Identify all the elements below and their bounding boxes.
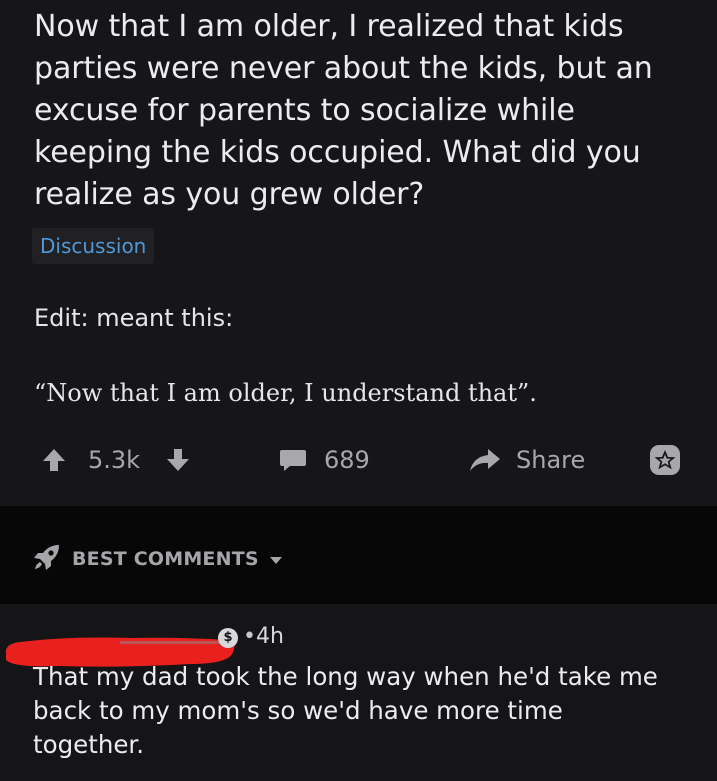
- comment-meta: $ • 4h: [0, 618, 400, 667]
- downvote-icon[interactable]: [164, 440, 192, 480]
- rocket-icon: [32, 542, 62, 577]
- upvote-icon[interactable]: [40, 440, 68, 480]
- comment-timestamp: 4h: [256, 624, 284, 649]
- sort-dropdown[interactable]: BEST COMMENTS: [32, 542, 283, 576]
- comment-item: $ • 4h That my dad took the long way whe…: [0, 604, 717, 781]
- award-star-icon[interactable]: [648, 440, 682, 480]
- post-body-quote: “Now that I am older, I understand that”…: [34, 379, 537, 407]
- post-body-edit: Edit: meant this:: [34, 304, 234, 332]
- chevron-down-icon: [269, 548, 283, 570]
- user-badge-icon: $: [218, 628, 238, 648]
- vote-score: 5.3k: [88, 446, 141, 474]
- meta-separator: •: [243, 624, 256, 649]
- share-arrow-icon[interactable]: [468, 440, 502, 480]
- sort-label: BEST COMMENTS: [72, 548, 259, 570]
- comment-sort-bar: BEST COMMENTS: [0, 506, 717, 604]
- username-remnant: [120, 641, 220, 644]
- comment-body: That my dad took the long way when he'd …: [33, 662, 658, 759]
- post-flair-badge[interactable]: Discussion: [32, 228, 155, 264]
- post-action-bar: 5.3k 689 Share: [0, 440, 717, 480]
- share-button[interactable]: Share: [516, 440, 585, 480]
- comments-count[interactable]: 689: [324, 440, 370, 480]
- post-title[interactable]: Now that I am older, I realized that kid…: [34, 6, 694, 216]
- comment-bubble-icon[interactable]: [278, 440, 308, 480]
- post-card: Now that I am older, I realized that kid…: [0, 0, 717, 506]
